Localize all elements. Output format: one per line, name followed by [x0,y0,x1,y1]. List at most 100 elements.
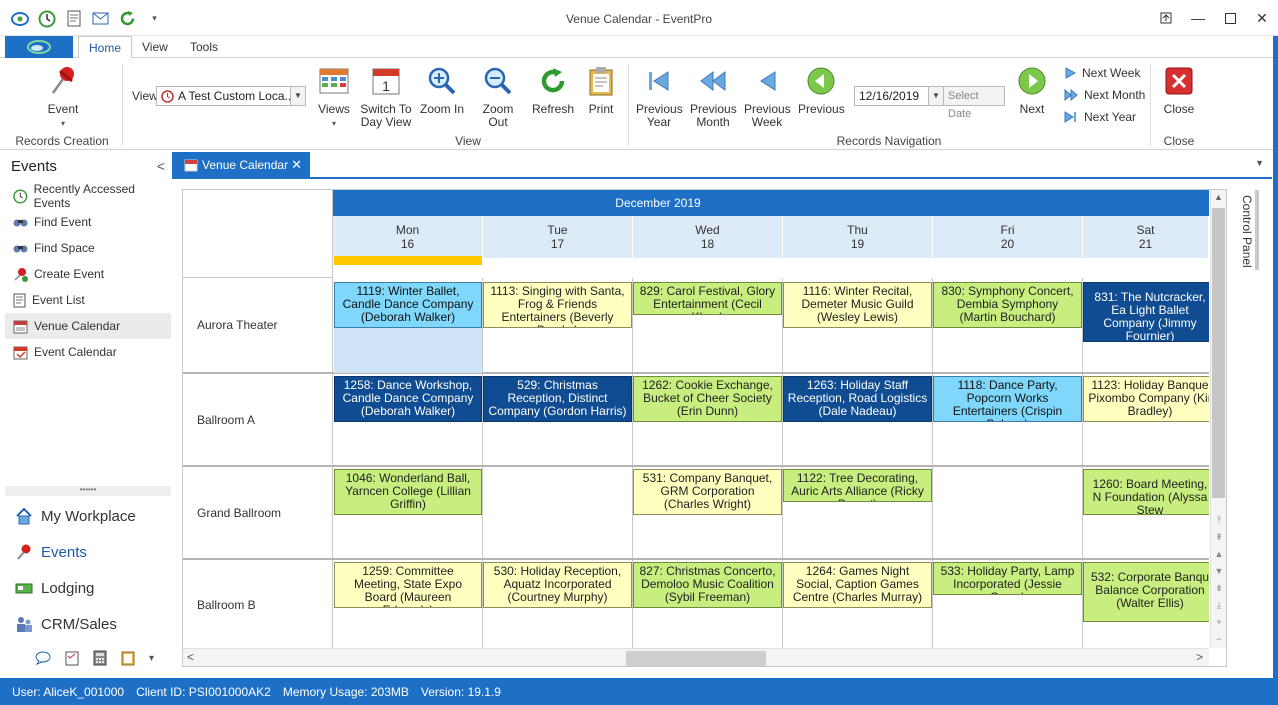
event-block[interactable]: 1263: Holiday Staff Reception, Road Logi… [783,376,932,422]
print-button[interactable]: Print [584,64,618,116]
scroll-page-down-icon[interactable]: ⇟ [1211,580,1226,597]
event-block[interactable]: 830: Symphony Concert, Dembia Symphony (… [933,282,1082,328]
event-block[interactable]: 829: Carol Festival, Glory Entertainment… [633,282,782,315]
vertical-scrollbar[interactable]: ▲ ⤒ ⇞ ▲ ▼ ⇟ ⤓ + − [1210,190,1226,648]
zoom-out-button[interactable]: Zoom Out [472,64,524,129]
sidebar-item-create-event[interactable]: Create Event [5,261,171,287]
selected-time-cell[interactable] [334,328,482,373]
close-window-button[interactable]: ✕ [1246,0,1278,36]
sidebar-item-label: Find Event [34,215,92,229]
event-block[interactable]: 530: Holiday Reception, Aquatz Incorpora… [483,562,632,608]
date-field[interactable]: 12/16/2019 ▼ [854,86,944,106]
resource-ballroom-b[interactable]: Ballroom B [183,560,333,648]
panel-splitter[interactable]: •••••• [5,486,171,496]
scroll-down-icon[interactable]: ▼ [1211,563,1226,580]
switch-day-label-2: Day View [360,115,412,129]
tab-view[interactable]: View [132,36,178,58]
previous-week-button[interactable]: Previous Week [744,64,791,129]
day-header-wed[interactable]: Wed 18 [633,216,783,258]
tab-tools[interactable]: Tools [180,36,228,58]
next-month-button[interactable]: Next Month [1064,88,1145,102]
event-block[interactable]: 533: Holiday Party, Lamp Incorporated (J… [933,562,1082,595]
sidebar-item-venue-calendar[interactable]: Venue Calendar [5,313,171,339]
scroll-up-icon[interactable]: ▲ [1211,190,1226,204]
next-week-button[interactable]: Next Week [1064,66,1140,80]
switch-to-day-view-button[interactable]: 1 Switch To Day View [360,64,412,129]
sidebar-item-recently-accessed-events[interactable]: Recently Accessed Events [5,182,171,210]
event-block[interactable]: 1259: Committee Meeting, State Expo Boar… [334,562,482,608]
event-block[interactable]: 1123: Holiday Banque Pixombo Company (Ki… [1083,376,1209,422]
day-header-fri[interactable]: Fri 20 [933,216,1083,258]
sidebar-item-find-space[interactable]: Find Space [5,235,171,261]
module-crm-sales[interactable]: CRM/Sales [15,609,165,639]
scroll-up-icon[interactable]: ▲ [1211,546,1226,563]
collapse-row-icon[interactable]: − [1211,631,1226,648]
select-date-button[interactable]: Select Date [943,86,1005,120]
scroll-first-icon[interactable]: ⤒ [1211,512,1226,529]
resource-ballroom-a[interactable]: Ballroom A [183,374,333,465]
day-header-tue[interactable]: Tue 17 [483,216,633,258]
event-block[interactable]: 531: Company Banquet, GRM Corporation (C… [633,469,782,515]
notes-icon[interactable] [121,650,135,666]
event-block[interactable]: 1113: Singing with Santa, Frog & Friends… [483,282,632,328]
day-header-mon[interactable]: Mon 16 [333,216,483,258]
expand-row-icon[interactable]: + [1211,614,1226,631]
event-block[interactable]: 529: Christmas Reception, Distinct Compa… [483,376,632,422]
event-block[interactable]: 532: Corporate Banqu Balance Corporation… [1083,562,1209,622]
restore-ribbon-button[interactable] [1150,0,1182,36]
event-block[interactable]: 1264: Games Night Social, Caption Games … [783,562,932,608]
horizontal-scroll-thumb[interactable] [626,651,766,666]
event-block[interactable]: 1258: Dance Workshop, Candle Dance Compa… [334,376,482,422]
event-block[interactable]: 1262: Cookie Exchange, Bucket of Cheer S… [633,376,782,422]
scroll-last-icon[interactable]: ⤓ [1211,597,1226,614]
minimize-button[interactable]: — [1182,0,1214,36]
previous-button[interactable]: Previous [798,64,845,116]
sidebar-item-event-calendar[interactable]: Event Calendar [5,339,171,365]
day-header-thu[interactable]: Thu 19 [783,216,933,258]
module-my-workplace[interactable]: My Workplace [15,501,165,531]
scroll-right-icon[interactable]: > [1196,650,1203,664]
maximize-button[interactable] [1214,0,1246,36]
sidebar-item-event-list[interactable]: Event List [5,287,171,313]
event-block[interactable]: 1116: Winter Recital, Demeter Music Guil… [783,282,932,328]
scroll-page-up-icon[interactable]: ⇞ [1211,529,1226,546]
calculator-icon[interactable] [93,650,107,666]
previous-month-button[interactable]: Previous Month [690,64,737,129]
sidebar-item-find-event[interactable]: Find Event [5,209,171,235]
event-block[interactable]: 1260: Board Meeting, N Foundation (Alyss… [1083,469,1209,515]
new-event-button[interactable]: Event ▾ [44,64,82,130]
module-events[interactable]: Events [15,537,165,567]
previous-year-button[interactable]: Previous Year [636,64,683,129]
event-block[interactable]: 827: Christmas Concerto, Demoloo Music C… [633,562,782,608]
resource-grand-ballroom[interactable]: Grand Ballroom [183,467,333,558]
event-block[interactable]: 831: The Nutcracker, Ea Light Ballet Com… [1083,282,1209,342]
chevron-down-icon[interactable]: ▼ [928,86,944,106]
horizontal-scrollbar[interactable]: < > [183,648,1209,666]
views-button[interactable]: Views ▾ [316,64,352,130]
close-button[interactable]: Close [1160,64,1198,116]
next-year-button[interactable]: Next Year [1064,110,1136,124]
tab-list-dropdown-icon[interactable]: ▼ [1255,158,1264,168]
chevron-down-icon[interactable]: ▼ [290,86,306,106]
application-menu-button[interactable] [5,36,73,58]
chevron-down-icon[interactable]: ▾ [149,653,154,664]
vertical-scroll-thumb[interactable] [1212,208,1225,498]
event-block[interactable]: 1122: Tree Decorating, Auric Arts Allian… [783,469,932,502]
chat-icon[interactable] [35,651,51,665]
event-block[interactable]: 1119: Winter Ballet, Candle Dance Compan… [334,282,482,328]
tab-home[interactable]: Home [78,36,133,59]
event-block[interactable]: 1118: Dance Party, Popcorn Works Enterta… [933,376,1082,422]
document-tab-venue-calendar[interactable]: Venue Calendar ✕ [172,152,310,177]
scroll-left-icon[interactable]: < [187,650,194,664]
day-header-sat[interactable]: Sat 21 [1083,216,1209,258]
close-tab-icon[interactable]: ✕ [291,157,302,173]
refresh-button[interactable]: Refresh [530,64,576,116]
event-block[interactable]: 1046: Wonderland Ball, Yarncen College (… [334,469,482,515]
resource-aurora-theater[interactable]: Aurora Theater [183,278,333,372]
view-select[interactable]: A Test Custom Loca... ▼ [156,86,306,106]
zoom-in-button[interactable]: Zoom In [420,64,464,116]
next-button[interactable]: Next [1014,64,1050,116]
module-lodging[interactable]: Lodging [15,573,165,603]
checklist-icon[interactable] [65,650,79,666]
collapse-panel-icon[interactable]: < [157,158,165,174]
